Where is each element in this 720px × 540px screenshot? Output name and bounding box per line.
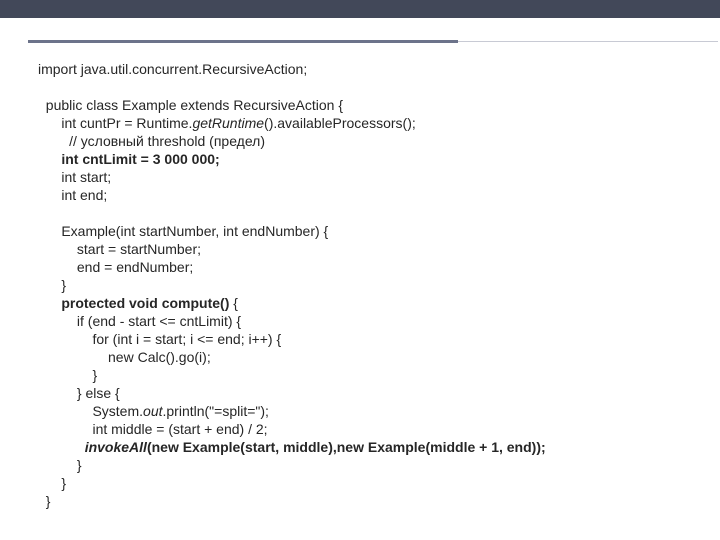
code-line: int start;	[38, 169, 111, 185]
code-line: }	[38, 475, 66, 491]
code-line: } else {	[38, 385, 120, 401]
code-bold: protected void compute()	[61, 295, 229, 311]
code-line: Example(int startNumber, int endNumber) …	[38, 223, 328, 239]
code-bold-italic: invokeAll	[85, 439, 147, 455]
code-block: import java.util.concurrent.RecursiveAct…	[38, 60, 700, 510]
code-line: }	[38, 493, 50, 509]
code-line: System.	[38, 403, 143, 419]
slide-content: import java.util.concurrent.RecursiveAct…	[38, 60, 700, 510]
code-line: public class Example extends RecursiveAc…	[38, 97, 343, 113]
code-line: }	[38, 367, 97, 383]
code-italic: out	[143, 403, 162, 419]
header-rule	[28, 40, 458, 43]
code-line: int cuntPr = Runtime.	[38, 115, 192, 131]
code-line: import java.util.concurrent.RecursiveAct…	[38, 61, 307, 77]
code-line: .println("=split=");	[163, 403, 269, 419]
code-line: end = endNumber;	[38, 259, 193, 275]
code-line	[38, 439, 85, 455]
code-line: int middle = (start + end) / 2;	[38, 421, 268, 437]
code-bold: (new Example(start, middle),new Example(…	[147, 439, 546, 455]
code-line: ().availableProcessors();	[264, 115, 416, 131]
code-bold: int cntLimit = 3 000 000;	[38, 151, 220, 167]
code-italic: getRuntime	[192, 115, 264, 131]
code-line	[38, 295, 61, 311]
code-line: int end;	[38, 187, 107, 203]
top-bar	[0, 0, 720, 18]
code-line: for (int i = start; i <= end; i++) {	[38, 331, 281, 347]
code-line: }	[38, 457, 82, 473]
code-line: // условный threshold (предел)	[38, 133, 265, 149]
code-line: }	[38, 277, 66, 293]
code-line: if (end - start <= cntLimit) {	[38, 313, 241, 329]
code-line: new Calc().go(i);	[38, 349, 211, 365]
code-line: start = startNumber;	[38, 241, 201, 257]
code-line: {	[229, 295, 238, 311]
